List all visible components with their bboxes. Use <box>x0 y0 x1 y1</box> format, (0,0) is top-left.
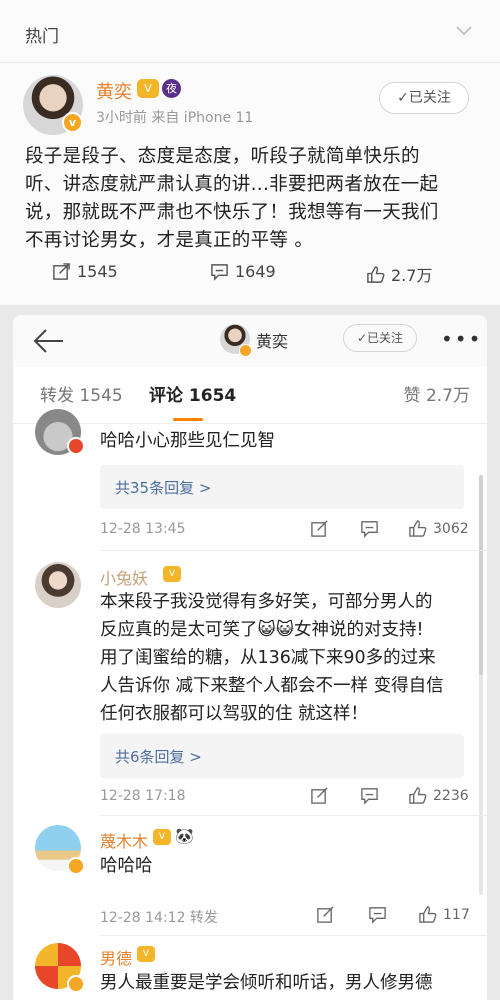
comment-text: 男人最重要是学会倾听和听话，男人修男德 <box>100 969 470 997</box>
verified-badge-icon <box>67 437 85 455</box>
post-line: 说，那就既不严肃也不快乐了！我想等有一天我们 <box>25 202 439 223</box>
comment-line: 反应真的是太可笑了😺😺女神说的对支持! <box>100 620 424 640</box>
follow-button-small[interactable]: ✓已关注 <box>343 324 417 352</box>
commenter-avatar[interactable] <box>35 562 81 608</box>
divider <box>100 935 487 936</box>
reply-box[interactable]: 共6条回复 > <box>100 734 464 778</box>
comment-line: 用了闺蜜给的糖，从136减下来90多的过来 <box>100 648 436 668</box>
hot-section-header[interactable]: 热门 <box>0 0 500 63</box>
member-crown-icon: V <box>137 946 155 962</box>
scrollbar-thumb[interactable] <box>479 475 483 675</box>
tab-repost[interactable]: 转发 1545 <box>40 381 123 406</box>
repost-icon[interactable] <box>310 786 329 805</box>
post-meta: 3小时前 来自 iPhone 11 <box>96 110 254 126</box>
panda-icon: 🐼 <box>175 827 194 845</box>
divider <box>100 550 487 551</box>
comment-line: 人告诉你 减下来整个人都会不一样 变得自信 <box>100 676 444 696</box>
night-badge-icon: 夜 <box>162 79 181 98</box>
like-count: 3062 <box>433 521 469 537</box>
comment-time: 12-28 13:45 <box>100 521 186 537</box>
repost-icon[interactable] <box>316 905 335 924</box>
thumbs-up-icon[interactable] <box>408 519 427 538</box>
comment-line: 哈哈哈 <box>100 856 153 876</box>
comment-time: 12-28 17:18 <box>100 788 186 804</box>
more-options-icon[interactable]: ••• <box>441 327 482 351</box>
verified-badge-icon: v <box>62 112 83 133</box>
comment-icon[interactable] <box>360 786 379 805</box>
like-count: 2.7万 <box>391 266 433 285</box>
divider <box>100 815 487 816</box>
back-arrow-icon[interactable] <box>33 329 65 353</box>
repost-count: 1545 <box>77 262 118 281</box>
commenter-name[interactable]: 小兔妖 <box>100 565 148 589</box>
reply-box[interactable]: 共35条回复 > <box>100 465 464 509</box>
comment-text: 本来段子我没觉得有多好笑，可部分男人的 反应真的是太可笑了😺😺女神说的对支持! … <box>100 588 470 728</box>
active-tab-indicator <box>173 418 203 421</box>
member-crown-icon: V <box>153 829 171 845</box>
verified-badge-icon <box>67 857 85 875</box>
repost-icon[interactable] <box>310 519 329 538</box>
tab-comment[interactable]: 评论 1654 <box>149 381 236 406</box>
detail-nav-bar: 黄奕 ✓已关注 ••• <box>13 315 487 367</box>
comment-line: 哈哈小心那些见仁见智 <box>100 431 275 451</box>
comment-button[interactable]: 1649 <box>210 262 276 281</box>
author-name[interactable]: 黄奕 <box>96 78 132 104</box>
hot-label: 热门 <box>25 27 59 47</box>
follow-button[interactable]: ✓已关注 <box>379 82 469 114</box>
view-replies-link[interactable]: 共6条回复 > <box>115 746 202 767</box>
comment-icon[interactable] <box>368 905 387 924</box>
post-line: 不再讨论男女，才是真正的平等 。 <box>25 230 314 251</box>
detail-tabs: 转发 1545 评论 1654 赞 2.7万 <box>13 367 487 424</box>
repost-button[interactable]: 1545 <box>52 262 118 281</box>
repost-icon <box>53 263 70 280</box>
member-crown-icon: V <box>137 79 159 98</box>
comment-line: 本来段子我没觉得有多好笑，可部分男人的 <box>100 592 433 612</box>
member-crown-icon: V <box>163 566 181 582</box>
nav-author-name[interactable]: 黄奕 <box>256 328 288 352</box>
comment-line: 任何衣服都可以驾驭的住 就这样！ <box>100 704 369 724</box>
thumbs-up-icon[interactable] <box>408 786 427 805</box>
comment-text: 哈哈哈 <box>100 852 470 880</box>
detail-screenshot: 黄奕 ✓已关注 ••• 转发 1545 评论 1654 赞 2.7万 哈哈小心那… <box>13 315 487 1000</box>
comment-icon <box>211 264 228 281</box>
chevron-down-icon[interactable] <box>456 22 472 38</box>
verified-badge-icon <box>239 344 252 357</box>
comment-line: 男人最重要是学会倾听和听话，男人修男德 <box>100 973 433 993</box>
view-replies-link[interactable]: 共35条回复 > <box>115 477 211 498</box>
post-text: 段子是段子、态度是态度，听段子就简单快乐的 听、讲态度就严肃认真的讲...非要把… <box>25 143 477 255</box>
post-card: 热门 v 黄奕 V 夜 3小时前 来自 iPhone 11 ✓已关注 段子是段子… <box>0 0 500 305</box>
thumbs-up-icon <box>367 265 385 283</box>
like-count: 2236 <box>433 788 469 804</box>
tab-like[interactable]: 赞 2.7万 <box>404 381 470 406</box>
like-count: 117 <box>443 907 470 923</box>
like-button[interactable]: 2.7万 <box>366 262 432 286</box>
post-line: 段子是段子、态度是态度，听段子就简单快乐的 <box>25 146 420 167</box>
comment-count: 1649 <box>235 262 276 281</box>
comment-icon[interactable] <box>360 519 379 538</box>
commenter-name[interactable]: 男德 <box>100 945 132 969</box>
verified-badge-icon <box>67 975 85 993</box>
post-action-bar: 1545 1649 2.7万 <box>0 262 500 302</box>
post-line: 听、讲态度就严肃认真的讲...非要把两者放在一起 <box>25 174 439 195</box>
comment-time: 12-28 14:12 转发 <box>100 910 218 926</box>
commenter-name[interactable]: 蔑木木 <box>100 828 148 852</box>
comment-text: 哈哈小心那些见仁见智 <box>100 427 470 455</box>
thumbs-up-icon[interactable] <box>418 905 437 924</box>
